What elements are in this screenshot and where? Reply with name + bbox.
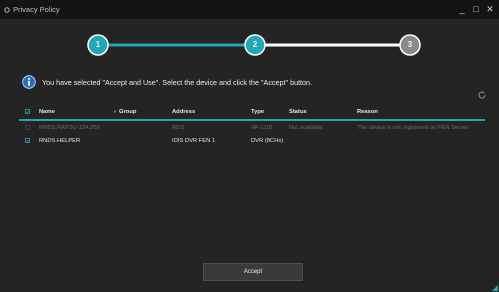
resize-grip-icon[interactable] — [492, 285, 498, 291]
sort-arrow-icon[interactable]: ▼ — [111, 104, 117, 119]
info-icon — [22, 75, 36, 89]
row-checkbox[interactable] — [25, 134, 30, 147]
column-header-address[interactable]: Address — [172, 104, 195, 119]
step-2-label: 2 — [252, 40, 258, 49]
column-header-name[interactable]: Name — [39, 104, 55, 119]
minimize-button[interactable]: _ — [457, 3, 467, 15]
device-name: RNDS.RATOU-124.209 — [39, 124, 100, 131]
checkbox[interactable] — [25, 109, 30, 114]
device-table: Name ▼ Group Address Type Status Reason … — [19, 104, 485, 147]
step-1-label: 1 — [95, 40, 101, 49]
device-address: IDIS DVR FEN 1 — [172, 137, 216, 144]
device-address: RDS — [172, 124, 185, 131]
info-text: You have selected "Accept and Use". Sele… — [42, 77, 313, 87]
device-type: DVR (8CHs) — [251, 137, 284, 144]
select-all-checkbox[interactable] — [25, 104, 30, 119]
column-header-group[interactable]: Group — [119, 104, 136, 119]
row-checkbox — [25, 121, 30, 134]
close-button[interactable]: ✕ — [485, 3, 495, 15]
accept-button[interactable]: Accept — [203, 263, 303, 281]
device-name: RNDS.HELPER — [39, 137, 81, 144]
device-type: HF-1101 — [251, 124, 274, 131]
column-header-status[interactable]: Status — [289, 104, 307, 119]
table-header: Name ▼ Group Address Type Status Reason — [19, 104, 485, 121]
step-3-label: 3 — [407, 40, 413, 49]
table-row: RNDS.RATOU-124.209 RDS HF-1101 Not avail… — [19, 121, 485, 134]
window-controls: _ □ ✕ — [457, 3, 495, 15]
window-title: Privacy Policy — [13, 5, 60, 14]
table-row[interactable]: RNDS.HELPER IDIS DVR FEN 1 DVR (8CHs) — [19, 134, 485, 147]
step-indicator: 1 2 3 — [0, 19, 499, 77]
device-reason: The device is not registered on FEN Serv… — [357, 124, 470, 131]
info-message: You have selected "Accept and Use". Sele… — [22, 74, 312, 90]
restore-button[interactable]: □ — [471, 3, 481, 15]
refresh-icon[interactable] — [477, 90, 487, 100]
column-header-type[interactable]: Type — [251, 104, 264, 119]
column-header-reason[interactable]: Reason — [357, 104, 378, 119]
gear-icon — [4, 6, 10, 13]
title-bar: Privacy Policy _ □ ✕ — [0, 0, 499, 19]
device-status: Not available — [289, 124, 323, 131]
privacy-policy-window: Privacy Policy _ □ ✕ 1 2 3 You have sele… — [0, 0, 499, 292]
